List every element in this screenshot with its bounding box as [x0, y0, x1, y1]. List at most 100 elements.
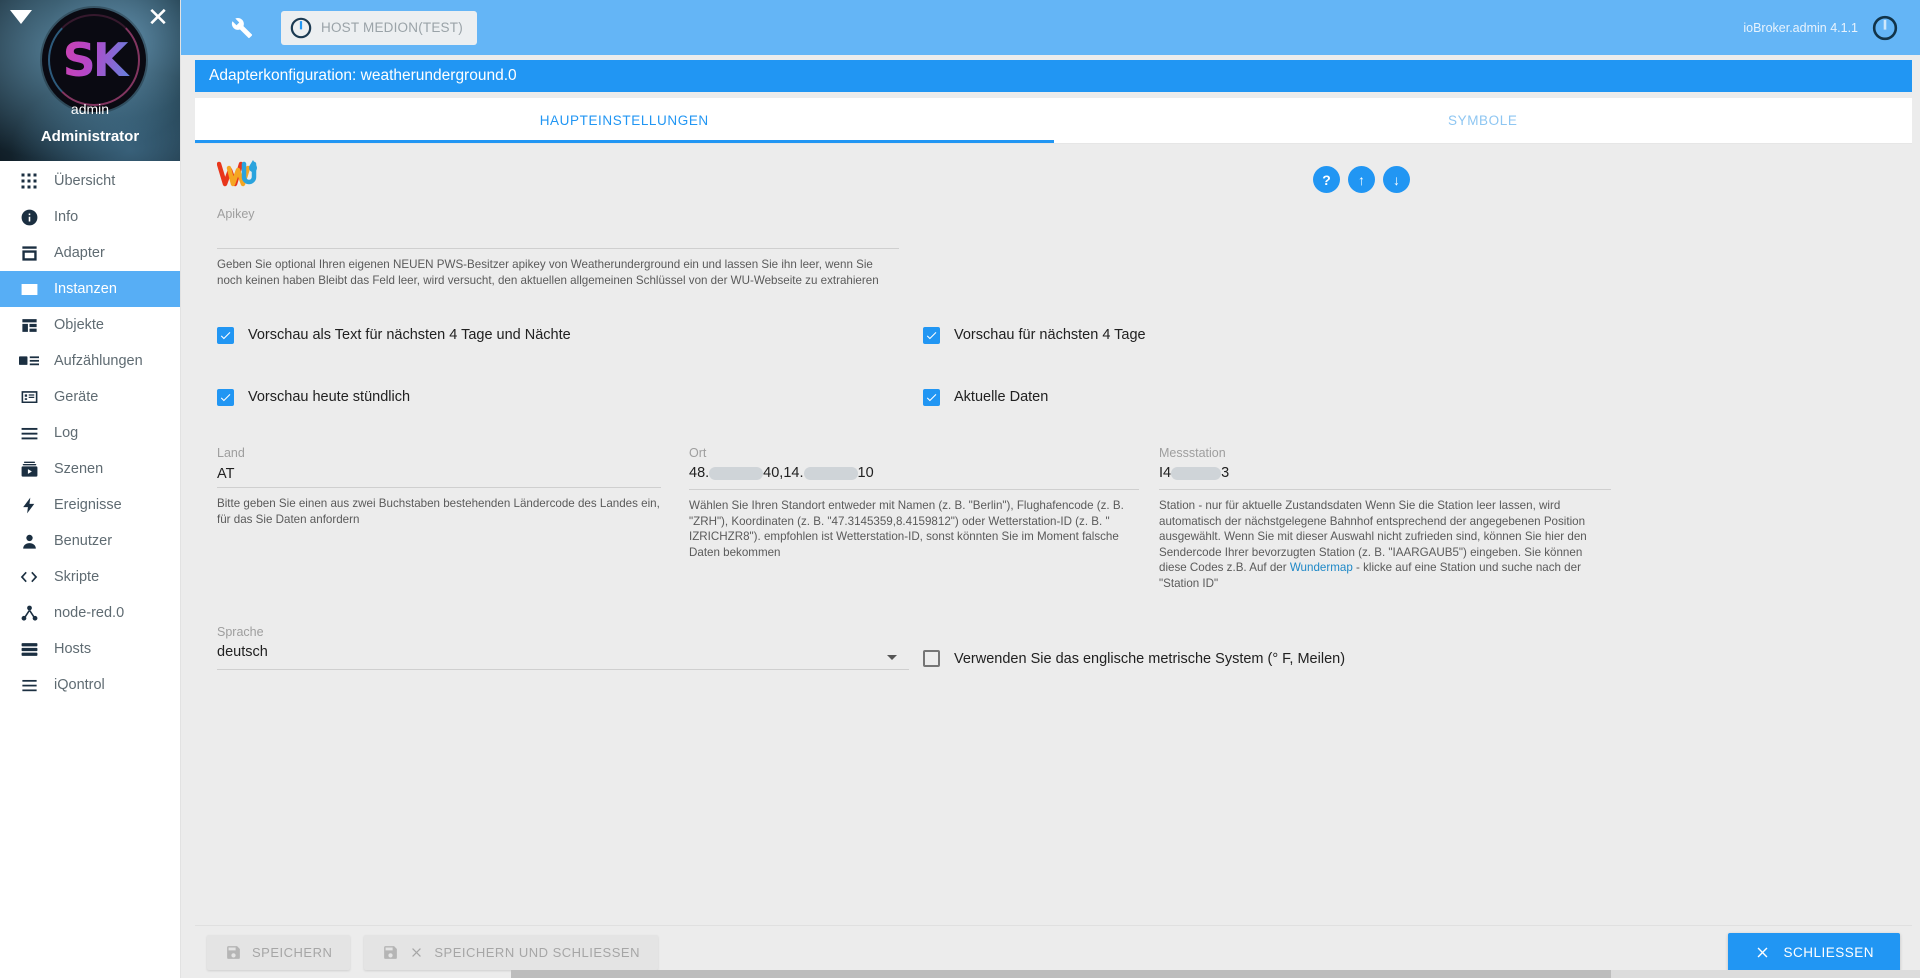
main-area: HOST MEDION(TEST) ioBroker.admin 4.1.1 A…	[181, 0, 1920, 978]
save-and-close-button-label: SPEICHERN UND SCHLIESSEN	[434, 944, 640, 960]
user-name: admin	[70, 101, 110, 117]
ort-redaction-2	[803, 466, 858, 480]
sidebar-item-iqontrol[interactable]: iQontrol	[0, 667, 180, 703]
close-button[interactable]: SCHLIESSEN	[1728, 932, 1900, 972]
sidebar-item-ereignisse[interactable]: Ereignisse	[0, 487, 180, 523]
config-form: ? ↑ ↓ Apikey Geben Sie optional Ihren eige…	[195, 144, 1912, 925]
checkbox-forecast-4days[interactable]: Vorschau für nächsten 4 Tage	[917, 314, 1623, 356]
tab-haupteinstellungen[interactable]: HAUPTEINSTELLUNGEN	[195, 98, 1054, 143]
menu-icon	[18, 674, 40, 696]
sidebar-item-info[interactable]: Info	[0, 199, 180, 235]
save-icon-2	[384, 945, 398, 959]
sidebar-item-label: Benutzer	[54, 533, 113, 549]
messstation-column: Messstation I4 3 Station - nur für aktuel…	[1153, 446, 1625, 591]
sprache-value: deutsch	[217, 644, 268, 660]
metric-checkbox-box[interactable]	[923, 650, 940, 667]
user-role: Administrator	[40, 128, 140, 145]
sidebar-item-objekte[interactable]: Objekte	[0, 307, 180, 343]
checkbox-forecast-text-label: Vorschau als Text für nächsten 4 Tage un…	[248, 327, 571, 343]
scrollbar-thumb[interactable]	[511, 970, 1611, 978]
wrench-icon[interactable]	[225, 11, 259, 45]
power-button-icon[interactable]	[1872, 15, 1898, 41]
weatherunderground-logo	[211, 158, 263, 190]
land-input[interactable]	[217, 464, 661, 488]
checkbox-hourly[interactable]: Vorschau heute stündlich	[211, 376, 917, 418]
upload-button[interactable]: ↑	[1348, 166, 1375, 193]
save-and-close-button[interactable]: SPEICHERN UND SCHLIESSEN	[364, 934, 658, 970]
ioBroker-admin-window: ✕ SK admin Administrator Übersicht Info Ad…	[0, 0, 1920, 978]
objects-icon	[18, 314, 40, 336]
close-sidebar-icon[interactable]: ✕	[144, 4, 172, 32]
messstation-label: Messstation	[1159, 446, 1226, 460]
sidebar-item-label: node-red.0	[54, 605, 125, 621]
sidebar-item-instanzen[interactable]: Instanzen	[0, 271, 180, 307]
messstation-field: Messstation I4 3	[1159, 446, 1611, 490]
land-label: Land	[217, 446, 245, 460]
sidebar-item-log[interactable]: Log	[0, 415, 180, 451]
avatar: SK	[42, 8, 146, 112]
messstation-value-suffix: 3	[1221, 465, 1230, 481]
info-icon	[18, 206, 40, 228]
tab-list: HAUPTEINSTELLUNGEN SYMBOLE	[195, 98, 1912, 144]
sidebar-item-label: Skripte	[54, 569, 100, 585]
sidebar-item-node-red-0[interactable]: node-red.0	[0, 595, 180, 631]
checkbox-forecast-text[interactable]: Vorschau als Text für nächsten 4 Tage un…	[211, 314, 917, 356]
metric-checkbox-label: Verwenden Sie das englische metrische Sy…	[954, 650, 1346, 667]
messstation-redaction	[1171, 466, 1222, 480]
apikey-help: Geben Sie optional Ihren eigenen NEUEN P…	[217, 258, 879, 287]
checkbox-current-box[interactable]	[923, 388, 940, 406]
download-button-glyph: ↓	[1393, 171, 1400, 188]
checkbox-hourly-box[interactable]	[217, 388, 234, 406]
host-selector[interactable]: HOST MEDION(TEST)	[281, 10, 477, 45]
sidebar-item-ger-te[interactable]: Geräte	[0, 379, 180, 415]
sidebar-item-label: Instanzen	[54, 281, 117, 297]
ort-column: Ort 48. 40,14. 10 Wählen Sie Ihren Standor…	[683, 446, 1153, 591]
sidebar-item-benutzer[interactable]: Benutzer	[0, 523, 180, 559]
wundermap-link[interactable]: Wundermap	[1290, 561, 1353, 574]
apikey-input[interactable]	[217, 225, 899, 249]
sprache-field: Sprache deutsch	[217, 625, 909, 670]
checkbox-row-2: Vorschau heute stündlich Aktuelle Daten	[211, 376, 1896, 418]
download-button[interactable]: ↓	[1383, 166, 1410, 193]
metric-checkbox[interactable]: Verwenden Sie das englische metrische Sy…	[917, 625, 1345, 670]
user-icon	[18, 530, 40, 552]
help-button[interactable]: ?	[1313, 166, 1340, 193]
tab-panel: HAUPTEINSTELLUNGEN SYMBOLE	[195, 98, 1912, 144]
enums-icon	[18, 350, 40, 372]
checkbox-forecast-text-box[interactable]	[217, 326, 234, 344]
tab-symbole[interactable]: SYMBOLE	[1054, 98, 1913, 143]
messstation-help: Station - nur für aktuelle Zustandsdaten…	[1159, 498, 1611, 591]
messstation-input[interactable]: I4 3	[1159, 464, 1611, 490]
land-column: Land Bitte geben Sie einen aus zwei Buch…	[211, 446, 683, 591]
sidebar-item-bersicht[interactable]: Übersicht	[0, 163, 180, 199]
sidebar-item-adapter[interactable]: Adapter	[0, 235, 180, 271]
chevron-down-icon[interactable]	[887, 655, 897, 660]
action-buttons: ? ↑ ↓	[1313, 158, 1896, 193]
page-title: Adapterkonfiguration: weatherunderground…	[195, 60, 1912, 92]
user-dropdown-caret-icon[interactable]	[10, 10, 32, 24]
save-button-label: SPEICHERN	[252, 944, 333, 960]
sidebar-item-label: Ereignisse	[54, 497, 122, 513]
apikey-field-wrapper: Apikey Geben Sie optional Ihren eigenen …	[211, 207, 899, 288]
horizontal-scrollbar[interactable]	[511, 970, 1920, 978]
save-button[interactable]: SPEICHERN	[207, 934, 351, 970]
sidebar: ✕ SK admin Administrator Übersicht Info Ad…	[0, 0, 181, 978]
top-toolbar: HOST MEDION(TEST) ioBroker.admin 4.1.1	[181, 0, 1920, 55]
sidebar-item-label: Szenen	[54, 461, 104, 477]
host-label: HOST MEDION(TEST)	[321, 20, 463, 35]
sidebar-item-hosts[interactable]: Hosts	[0, 631, 180, 667]
sidebar-item-szenen[interactable]: Szenen	[0, 451, 180, 487]
checkbox-forecast-4days-label: Vorschau für nächsten 4 Tage	[954, 327, 1146, 343]
sidebar-item-label: Aufzählungen	[54, 353, 143, 369]
ort-input[interactable]: 48. 40,14. 10	[689, 464, 1139, 490]
sprache-select[interactable]: deutsch	[217, 643, 909, 670]
avatar-initials: SK	[42, 8, 146, 112]
checkbox-current[interactable]: Aktuelle Daten	[917, 376, 1623, 418]
help-button-glyph: ?	[1322, 171, 1331, 188]
sprache-column: Sprache deutsch	[211, 625, 917, 670]
sidebar-item-label: Objekte	[54, 317, 104, 333]
checkbox-forecast-4days-box[interactable]	[923, 326, 940, 344]
sidebar-item-skripte[interactable]: Skripte	[0, 559, 180, 595]
sidebar-menu: Übersicht Info Adapter Instanzen Objekte Aufz…	[0, 161, 180, 703]
sidebar-item-aufz-hlungen[interactable]: Aufzählungen	[0, 343, 180, 379]
